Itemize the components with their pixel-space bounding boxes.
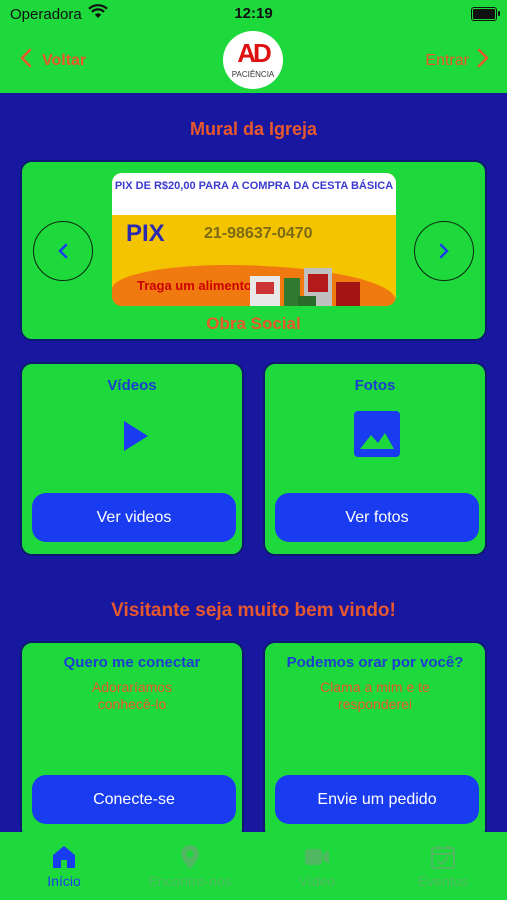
welcome-title: Visitante seja muito bem vindo! [111, 600, 396, 621]
carousel-prev-button[interactable] [33, 221, 93, 281]
tab-label: Encontre-nos [148, 873, 232, 889]
play-icon [124, 421, 148, 451]
video-camera-icon [305, 849, 329, 865]
logo-mark: AD [237, 38, 272, 68]
enter-label: Entrar [425, 51, 469, 69]
carousel-next-button[interactable] [414, 221, 474, 281]
photos-title: Fotos [354, 377, 396, 394]
location-pin-icon [181, 845, 199, 869]
banner-pix-label: PIX [126, 220, 165, 247]
tab-inicio[interactable]: Início [1, 832, 127, 900]
connect-description: Adoraríamos conhecê-lo [91, 679, 173, 712]
groceries-illustration [250, 268, 360, 306]
home-icon [53, 846, 75, 868]
tab-label: Início [47, 873, 81, 889]
banner-phone: 21-98637-0470 [204, 225, 313, 242]
mural-title: Mural da Igreja [189, 119, 318, 139]
tab-label: Vídeo [298, 873, 336, 889]
status-bar: Operadora 12:19 [0, 0, 507, 30]
banner-headline: PIX DE R$20,00 PARA A COMPRA DA CESTA BÁ… [114, 180, 394, 192]
photos-card: Fotos Ver fotos [263, 362, 487, 556]
chevron-right-icon [439, 243, 449, 259]
church-logo: AD PACIÊNCIA [223, 31, 283, 89]
prayer-title: Podemos orar por você? [286, 654, 464, 671]
tab-label: Eventos [417, 873, 469, 889]
videos-title: Vídeos [107, 377, 157, 394]
clock: 12:19 [234, 5, 273, 22]
calendar-icon [431, 845, 455, 869]
image-icon [354, 411, 400, 457]
tab-bar: Início Encontre-nos Vídeo Eventos [0, 832, 507, 900]
prayer-card: Podemos orar por você? Clama a mim e te … [263, 641, 487, 841]
chevron-left-icon [20, 48, 32, 73]
connect-button[interactable]: Conecte-se [32, 775, 236, 824]
chevron-right-icon [477, 48, 489, 73]
tab-eventos[interactable]: Eventos [380, 832, 506, 900]
view-photos-button[interactable]: Ver fotos [275, 493, 479, 542]
videos-card: Vídeos Ver videos [20, 362, 244, 556]
tab-encontre-nos[interactable]: Encontre-nos [127, 832, 253, 900]
back-label: Voltar [42, 51, 87, 69]
connect-card: Quero me conectar Adoraríamos conhecê-lo… [20, 641, 244, 841]
connect-title: Quero me conectar [63, 654, 201, 671]
send-request-button[interactable]: Envie um pedido [275, 775, 479, 824]
back-button[interactable]: Voltar [20, 48, 86, 73]
battery-icon [471, 7, 500, 21]
mural-caption: Obra Social [206, 314, 301, 333]
chevron-left-icon [58, 243, 68, 259]
view-videos-button[interactable]: Ver videos [32, 493, 236, 542]
banner-header: PIX DE R$20,00 PARA A COMPRA DA CESTA BÁ… [112, 173, 396, 215]
logo-subtext: PACIÊNCIA [231, 70, 275, 79]
tab-video[interactable]: Vídeo [254, 832, 380, 900]
enter-button[interactable]: Entrar [425, 48, 489, 73]
mural-banner-image[interactable]: PIX DE R$20,00 PARA A COMPRA DA CESTA BÁ… [112, 173, 396, 306]
prayer-description: Clama a mim e te responderei [320, 679, 430, 712]
